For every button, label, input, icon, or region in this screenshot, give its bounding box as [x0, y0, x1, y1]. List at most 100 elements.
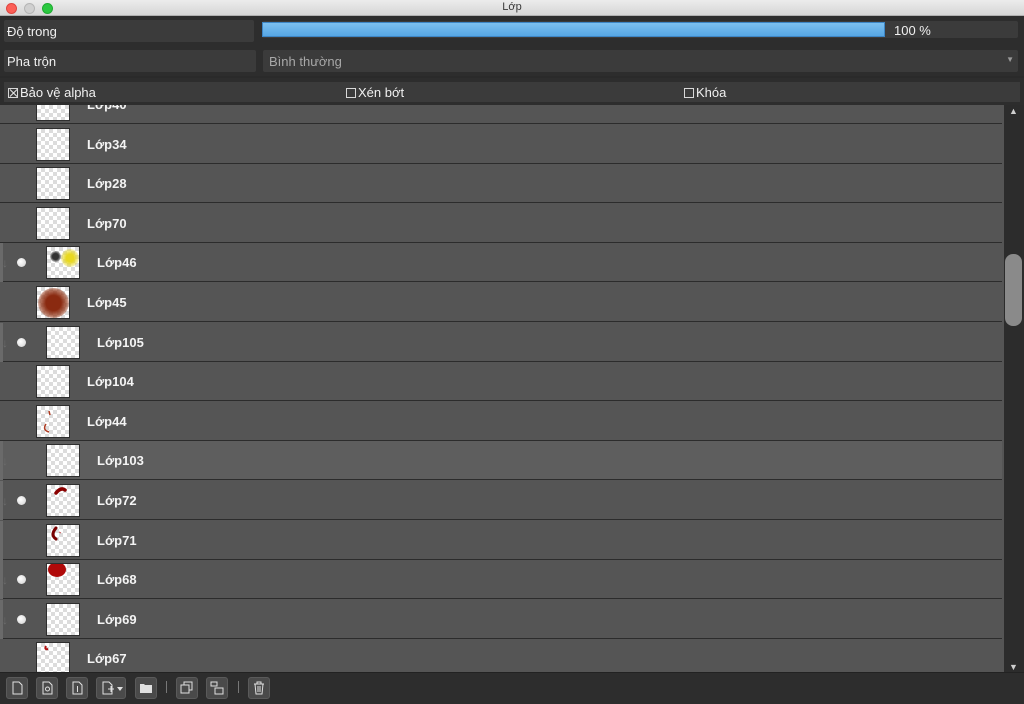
- layer-row[interactable]: Lớp28: [0, 164, 1002, 204]
- clip-arrow-icon: ↓: [2, 494, 8, 508]
- layer-thumbnail: [46, 246, 80, 280]
- layer-thumbnail: [36, 167, 70, 201]
- new-layer-icon: [12, 681, 23, 695]
- layer-name: Lớp105: [97, 334, 144, 350]
- blend-label: Pha trộn: [4, 50, 256, 72]
- merge-down-icon: [210, 681, 224, 695]
- layer-name: Lớp28: [87, 176, 127, 192]
- layer-name: Lớp70: [87, 215, 127, 231]
- layer-name: Lớp68: [97, 572, 137, 588]
- layer-row[interactable]: ↓ Lớp46: [0, 243, 1002, 283]
- trash-icon: [254, 681, 264, 695]
- title-bar: Lớp: [0, 0, 1024, 16]
- protect-alpha-checkbox[interactable]: Bảo vệ alpha: [4, 82, 342, 102]
- checkbox-unchecked-icon: [346, 88, 356, 98]
- clip-arrow-icon: ↓: [2, 573, 8, 588]
- layer-list[interactable]: Lớp40 Lớp34 Lớp28 Lớp70 ↓ Lớp46 Lớp45 ↓ Lớp105 Lớ…: [0, 105, 1004, 672]
- duplicate-icon: [180, 681, 193, 694]
- layer-thumbnail: [36, 127, 70, 161]
- checkbox-unchecked-icon: [684, 88, 694, 98]
- add-layer-menu-button[interactable]: [96, 677, 126, 699]
- layer-thumbnail: [36, 105, 70, 121]
- clip-arrow-icon: ↓: [2, 454, 8, 469]
- layer-row[interactable]: Lớp44: [0, 401, 1002, 441]
- layer-thumbnail: [46, 444, 80, 478]
- layer-thumbnail: [36, 642, 70, 672]
- opacity-slider-fill: [262, 22, 885, 37]
- layer-row[interactable]: ↓ Lớp103: [0, 441, 1002, 481]
- layer-name: Lớp69: [97, 611, 137, 627]
- clip-arrow-icon: ↓: [2, 335, 8, 350]
- layer-name: Lớp40: [87, 105, 127, 112]
- visibility-dot-icon[interactable]: [17, 496, 26, 505]
- lock-label: Khóa: [696, 85, 727, 100]
- protect-alpha-label: Bảo vệ alpha: [20, 85, 96, 100]
- chevron-down-icon: ▼: [1006, 55, 1014, 64]
- layer-name: Lớp72: [97, 493, 137, 508]
- visibility-dot-icon[interactable]: [17, 258, 26, 268]
- layer-row[interactable]: Lớp45: [0, 283, 1002, 322]
- scrollbar-thumb[interactable]: [1005, 254, 1022, 326]
- layer-row[interactable]: ↓ Lớp68: [0, 560, 1002, 600]
- clipping-label: Xén bớt: [358, 85, 405, 100]
- new-folder-button[interactable]: [135, 677, 157, 699]
- layer-thumbnail: [36, 286, 70, 319]
- add-layer-menu-icon: [102, 681, 123, 695]
- lock-checkbox[interactable]: Khóa: [680, 82, 1020, 102]
- visibility-dot-icon[interactable]: [17, 337, 26, 347]
- visibility-dot-icon[interactable]: [17, 614, 26, 624]
- window-title: Lớp: [502, 1, 522, 13]
- layer-row[interactable]: Lớp40: [0, 105, 1002, 124]
- layer-options-row: Bảo vệ alpha Xén bớt Khóa: [0, 78, 1024, 105]
- layer-row[interactable]: Lớp34: [0, 124, 1002, 164]
- layer-row[interactable]: Lớp67: [0, 639, 1002, 672]
- layer-name: Lớp46: [97, 255, 137, 271]
- scroll-down-icon[interactable]: ▼: [1009, 662, 1018, 672]
- clip-arrow-icon: ↓: [2, 256, 8, 271]
- layer-row[interactable]: Lớp70: [0, 203, 1002, 243]
- toolbar-divider: [166, 681, 167, 693]
- new-vector-layer-button[interactable]: [36, 677, 58, 699]
- scroll-up-icon[interactable]: ▲: [1009, 106, 1018, 116]
- new-raster-layer-icon: [72, 681, 83, 695]
- new-vector-layer-icon: [42, 681, 53, 695]
- new-layer-button[interactable]: [6, 677, 28, 699]
- merge-down-button[interactable]: [206, 677, 228, 699]
- layer-name: Lớp71: [97, 532, 137, 548]
- layer-name: Lớp45: [87, 295, 127, 310]
- layer-thumbnail: [46, 325, 80, 359]
- visibility-dot-icon[interactable]: [17, 575, 26, 585]
- checkbox-checked-icon: [8, 88, 18, 98]
- layer-row[interactable]: Lớp104: [0, 362, 1002, 402]
- layer-thumbnail: [36, 206, 70, 240]
- opacity-value: 100 %: [894, 23, 931, 38]
- duplicate-layer-button[interactable]: [176, 677, 198, 699]
- layer-row[interactable]: ↓ Lớp105: [0, 322, 1002, 362]
- layer-thumbnail: [36, 404, 70, 438]
- toolbar-divider: [238, 681, 239, 693]
- opacity-label: Độ trong: [4, 20, 254, 42]
- layer-thumbnail: [46, 563, 80, 597]
- layer-name: Lớp67: [87, 651, 127, 667]
- blend-mode-select[interactable]: Bình thường ▼: [263, 50, 1018, 72]
- layer-row[interactable]: Lớp71: [0, 520, 1002, 560]
- clip-indicator: [0, 520, 3, 560]
- layer-row[interactable]: ↓ Lớp69: [0, 599, 1002, 639]
- layer-toolbar: [0, 672, 1024, 704]
- layer-thumbnail: [46, 484, 80, 517]
- layer-thumbnail: [46, 523, 80, 557]
- clipping-checkbox[interactable]: Xén bớt: [342, 82, 680, 102]
- layer-list-scrollbar[interactable]: ▲ ▼: [1004, 105, 1024, 672]
- layer-name: Lớp44: [87, 413, 127, 429]
- layer-thumbnail: [36, 365, 70, 399]
- folder-icon: [140, 684, 152, 693]
- delete-layer-button[interactable]: [248, 677, 270, 699]
- new-raster-layer-button[interactable]: [66, 677, 88, 699]
- layer-name: Lớp104: [87, 374, 134, 390]
- layer-row[interactable]: ↓ Lớp72: [0, 481, 1002, 520]
- layer-name: Lớp103: [97, 453, 144, 469]
- layer-thumbnail: [46, 602, 80, 636]
- clip-arrow-icon: ↓: [2, 612, 8, 627]
- blend-mode-value: Bình thường: [269, 54, 342, 69]
- layer-name: Lớp34: [87, 136, 127, 152]
